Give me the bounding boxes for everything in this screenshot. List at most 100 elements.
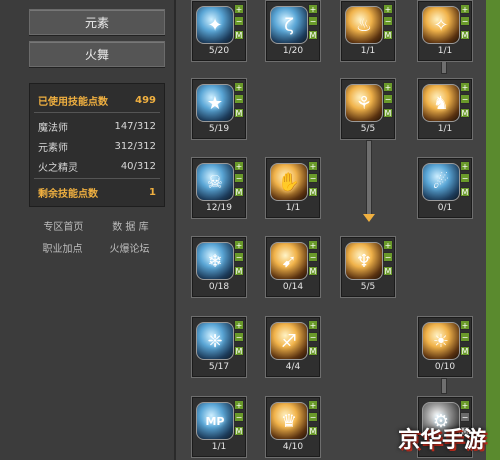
- plus-button[interactable]: +: [383, 240, 393, 250]
- plus-button[interactable]: +: [234, 400, 244, 410]
- max-button[interactable]: M: [234, 426, 244, 436]
- minus-button[interactable]: −: [308, 252, 318, 262]
- max-button[interactable]: M: [308, 426, 318, 436]
- max-button[interactable]: M: [308, 30, 318, 40]
- skill-level: 1/1: [211, 442, 227, 452]
- skill-icon[interactable]: ❄: [196, 242, 234, 280]
- max-button[interactable]: M: [308, 266, 318, 276]
- minus-button[interactable]: −: [460, 94, 470, 104]
- max-button[interactable]: M: [460, 30, 470, 40]
- plus-button[interactable]: +: [460, 400, 470, 410]
- skill-icon[interactable]: ☠: [196, 163, 234, 201]
- max-button[interactable]: M: [308, 187, 318, 197]
- plus-button[interactable]: +: [308, 4, 318, 14]
- plus-button[interactable]: +: [383, 82, 393, 92]
- zone-home-link[interactable]: 专区首页: [43, 218, 83, 233]
- max-button[interactable]: M: [383, 266, 393, 276]
- plus-button[interactable]: +: [308, 400, 318, 410]
- minus-button[interactable]: −: [460, 332, 470, 342]
- skill-icon[interactable]: ✋: [270, 163, 308, 201]
- skill-slot: ➹ + − M 0/14: [265, 236, 321, 298]
- class-build-link[interactable]: 职业加点: [43, 240, 83, 255]
- max-button[interactable]: M: [308, 346, 318, 356]
- used-points-row: 已使用技能点数 499: [30, 90, 164, 110]
- minus-button[interactable]: −: [308, 173, 318, 183]
- fire-dance-button[interactable]: 火舞: [29, 41, 165, 67]
- skill-icon[interactable]: ✦: [196, 6, 234, 44]
- database-link[interactable]: 数 据 库: [112, 218, 148, 233]
- minus-button[interactable]: −: [460, 173, 470, 183]
- skill-slot: ♞ + − M 1/1: [417, 78, 473, 140]
- watermark: 京华手游: [397, 428, 486, 453]
- plus-button[interactable]: +: [308, 320, 318, 330]
- max-button[interactable]: M: [234, 108, 244, 118]
- plus-button[interactable]: +: [460, 4, 470, 14]
- skill-icon[interactable]: ♨: [345, 6, 383, 44]
- skill-slot: ☠ + − M 12/19: [191, 157, 247, 219]
- max-button[interactable]: M: [234, 346, 244, 356]
- skill-icon[interactable]: MP: [196, 402, 234, 440]
- max-button[interactable]: M: [383, 108, 393, 118]
- plus-button[interactable]: +: [460, 161, 470, 171]
- minus-button[interactable]: −: [308, 16, 318, 26]
- forum-link[interactable]: 火爆论坛: [110, 240, 150, 255]
- minus-button[interactable]: −: [383, 94, 393, 104]
- minus-button[interactable]: −: [383, 16, 393, 26]
- max-button[interactable]: M: [234, 30, 244, 40]
- minus-button[interactable]: −: [460, 412, 470, 422]
- plus-button[interactable]: +: [460, 320, 470, 330]
- skill-icon[interactable]: ❈: [196, 322, 234, 360]
- left-panel: 元素 火舞 已使用技能点数 499 魔法师 147/312 元素师 312/31…: [0, 0, 176, 460]
- minus-button[interactable]: −: [234, 332, 244, 342]
- skill-icon[interactable]: ⚘: [345, 84, 383, 122]
- plus-button[interactable]: +: [383, 4, 393, 14]
- plus-button[interactable]: +: [234, 320, 244, 330]
- skill-slot: ♨ + − M 1/1: [340, 0, 396, 62]
- plus-button[interactable]: +: [308, 161, 318, 171]
- skill-icon[interactable]: ★: [196, 84, 234, 122]
- skill-icon[interactable]: ♞: [422, 84, 460, 122]
- skill-icon[interactable]: ➹: [270, 242, 308, 280]
- class-name: 火之精灵: [38, 162, 78, 174]
- minus-button[interactable]: −: [234, 16, 244, 26]
- minus-button[interactable]: −: [460, 16, 470, 26]
- max-button[interactable]: M: [460, 346, 470, 356]
- plus-button[interactable]: +: [460, 82, 470, 92]
- skill-slot: ♛ + − M 4/10: [265, 396, 321, 458]
- plus-button[interactable]: +: [308, 240, 318, 250]
- max-button[interactable]: M: [383, 30, 393, 40]
- remaining-points-value: 1: [149, 186, 156, 198]
- skill-level: 1/1: [285, 203, 301, 213]
- divider: [34, 112, 160, 113]
- max-button[interactable]: M: [460, 187, 470, 197]
- plus-button[interactable]: +: [234, 4, 244, 14]
- skill-level: 5/20: [208, 46, 230, 56]
- minus-button[interactable]: −: [308, 412, 318, 422]
- minus-button[interactable]: −: [308, 332, 318, 342]
- minus-button[interactable]: −: [383, 252, 393, 262]
- max-button[interactable]: M: [234, 187, 244, 197]
- max-button[interactable]: M: [234, 266, 244, 276]
- plus-button[interactable]: +: [234, 161, 244, 171]
- skill-icon[interactable]: ☀: [422, 322, 460, 360]
- skill-slot: ✧ + − M 1/1: [417, 0, 473, 62]
- skill-slot: ✋ + − M 1/1: [265, 157, 321, 219]
- minus-button[interactable]: −: [234, 412, 244, 422]
- class-points-row: 魔法师 147/312: [30, 116, 164, 136]
- skill-level: 0/1: [437, 203, 453, 213]
- minus-button[interactable]: −: [234, 252, 244, 262]
- plus-button[interactable]: +: [234, 82, 244, 92]
- remaining-points-label: 剩余技能点数: [38, 188, 98, 200]
- element-button[interactable]: 元素: [29, 9, 165, 35]
- skill-icon[interactable]: ζ: [270, 6, 308, 44]
- skill-icon[interactable]: ☄: [422, 163, 460, 201]
- skill-icon[interactable]: ♆: [345, 242, 383, 280]
- plus-button[interactable]: +: [234, 240, 244, 250]
- minus-button[interactable]: −: [234, 173, 244, 183]
- skill-icon[interactable]: ♛: [270, 402, 308, 440]
- skill-icon[interactable]: ♐: [270, 322, 308, 360]
- minus-button[interactable]: −: [234, 94, 244, 104]
- max-button[interactable]: M: [460, 108, 470, 118]
- remaining-points-row: 剩余技能点数 1: [30, 182, 164, 202]
- skill-icon[interactable]: ✧: [422, 6, 460, 44]
